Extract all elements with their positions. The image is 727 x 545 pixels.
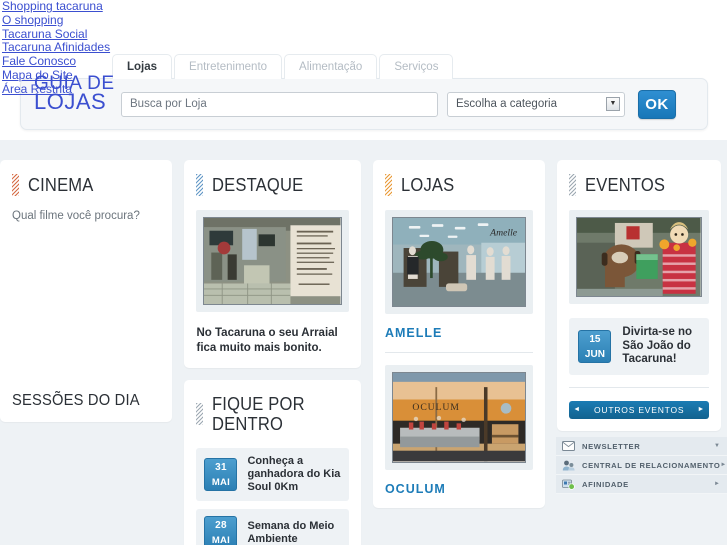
column-lojas: LOJAS Amelle AMELLE OCULUM OCULUM — [367, 160, 551, 545]
svg-text:Amelle: Amelle — [489, 228, 518, 239]
sidebar-item-label: AFINIDADE — [582, 479, 629, 489]
tab-entretenimento[interactable]: Entretenimento — [174, 54, 283, 79]
page-root: Shopping tacaruna O shopping Tacaruna So… — [0, 0, 727, 545]
divider — [569, 386, 709, 388]
lojas-header: LOJAS — [384, 174, 533, 196]
nav-link-shopping-tacaruna[interactable]: Shopping tacaruna — [2, 0, 162, 14]
eventos-header: EVENTOS — [569, 174, 709, 196]
store-image-frame-amelle[interactable]: Amelle — [384, 210, 534, 315]
eventos-title: EVENTOS — [585, 175, 666, 195]
date-badge-day: 31 — [215, 462, 227, 474]
chevron-right-icon[interactable]: ► — [714, 481, 720, 487]
svg-text:OCULUM: OCULUM — [412, 402, 459, 413]
destaque-image-frame[interactable] — [196, 210, 349, 313]
stripe-icon-lojas — [384, 174, 392, 196]
date-badge: 28 MAI — [204, 516, 238, 545]
evento-item[interactable]: 15 JUN Divirta-se no São João do Tacarun… — [569, 318, 709, 375]
nav-link-fale-conosco[interactable]: Fale Conosco — [2, 54, 162, 69]
outros-eventos-button[interactable]: ◄ OUTROS EVENTOS ► — [569, 400, 709, 419]
cinema-card: CINEMA Qual filme você procura? SESSÕES … — [0, 160, 173, 422]
cinema-question: Qual filme você procura? — [12, 210, 140, 222]
list-item-text: Conheça a ganhadora do Kia Soul 0Km — [247, 455, 341, 494]
search-submit-button[interactable]: OK — [638, 89, 676, 119]
eventos-card: EVENTOS 15 JUN Divirta-se no São João do… — [557, 160, 721, 431]
destaque-card: DESTAQUE No Tacaruna o seu Arraial fica … — [184, 160, 361, 369]
fique-por-dentro-header: FIQUE POR DENTRO — [196, 394, 348, 434]
store-photo-oculum: OCULUM — [391, 372, 527, 463]
list-item[interactable]: 28 MAI Semana do Meio Ambiente — [196, 509, 349, 545]
store-link-amelle[interactable]: AMELLE — [385, 326, 533, 340]
date-badge-month: MAI — [211, 535, 231, 545]
column-cinema: CINEMA Qual filme você procura? SESSÕES … — [0, 160, 178, 545]
sidebar-item-label: CENTRAL DE RELACIONAMENTO — [582, 460, 721, 470]
arrow-right-icon[interactable]: ► — [697, 406, 705, 413]
tab-servicos[interactable]: Serviços — [379, 54, 454, 79]
date-badge-day: 28 — [215, 520, 227, 532]
category-select-value[interactable]: Escolha a categoria — [447, 91, 625, 117]
nav-link-tacaruna-afinidades[interactable]: Tacaruna Afinidades — [2, 41, 162, 55]
arrow-left-icon[interactable]: ◄ — [573, 406, 581, 413]
list-item-text: Semana do Meio Ambiente — [247, 519, 335, 545]
lojas-title: LOJAS — [400, 175, 455, 195]
chevron-down-icon[interactable]: ▼ — [606, 96, 620, 111]
nav-link-mapa-do-site[interactable]: Mapa do Site — [2, 68, 162, 83]
destaque-caption: No Tacaruna o seu Arraial fica muito mai… — [196, 327, 338, 355]
stripe-icon-fique-por-dentro — [196, 403, 204, 426]
chevron-right-icon[interactable]: ► — [720, 462, 726, 468]
sidebar-item-label: NEWSLETTER — [582, 441, 641, 451]
people-icon — [561, 459, 575, 471]
destaque-header: DESTAQUE — [196, 174, 348, 196]
evento-item-text: Divirta-se no São João do Tacaruna! — [622, 326, 693, 366]
destaque-photo — [203, 217, 342, 306]
tab-alimentacao[interactable]: Alimentação — [284, 54, 378, 79]
category-tabs: Lojas Entretenimento Alimentação Serviço… — [112, 54, 455, 79]
cinema-spacer — [12, 222, 160, 392]
column-destaque: DESTAQUE No Tacaruna o seu Arraial fica … — [178, 160, 366, 545]
category-select[interactable]: Escolha a categoria ▼ — [447, 91, 625, 117]
date-badge: 31 MAI — [204, 458, 238, 492]
sidebar-item-central-de-relacionamento[interactable]: CENTRAL DE RELACIONAMENTO ► — [556, 456, 727, 475]
side-menu: NEWSLETTER ▼ CENTRAL DE RELACIONAMENTO ► — [556, 437, 727, 494]
news-list: 31 MAI Conheça a ganhadora do Kia Soul 0… — [196, 448, 349, 545]
nav-link-area-restrita[interactable]: Área Restrita — [2, 82, 162, 97]
stripe-icon-eventos — [569, 174, 577, 196]
top-navigation: Shopping tacaruna O shopping Tacaruna So… — [2, 0, 162, 97]
nav-link-o-shopping[interactable]: O shopping — [2, 13, 162, 28]
date-badge-month: MAI — [211, 477, 231, 489]
destaque-title: DESTAQUE — [212, 175, 304, 195]
cinema-sessions-link[interactable]: SESSÕES DO DIA — [12, 392, 149, 410]
store-link-oculum[interactable]: OCULUM — [385, 482, 533, 496]
fique-por-dentro-title: FIQUE POR DENTRO — [212, 394, 306, 435]
divider — [384, 352, 534, 354]
sidebar-item-afinidade[interactable]: AFINIDADE ► — [556, 475, 727, 494]
stripe-icon-cinema — [12, 174, 19, 196]
store-photo-amelle: Amelle — [391, 217, 527, 308]
date-badge-month: JUN — [584, 349, 605, 360]
search-input[interactable] — [121, 91, 438, 117]
envelope-icon — [561, 440, 575, 452]
date-badge: 15 JUN — [578, 330, 612, 363]
date-badge-day: 15 — [589, 334, 601, 345]
outros-eventos-label: OUTROS EVENTOS — [594, 404, 685, 415]
nav-link-tacaruna-social[interactable]: Tacaruna Social — [2, 27, 162, 42]
card-badge-icon — [561, 478, 575, 490]
list-item[interactable]: 31 MAI Conheça a ganhadora do Kia Soul 0… — [196, 448, 349, 502]
lojas-card: LOJAS Amelle AMELLE OCULUM OCULUM — [372, 160, 546, 508]
cinema-header: CINEMA — [12, 174, 160, 196]
fique-por-dentro-card: FIQUE POR DENTRO 31 MAI Conheça a ganhad… — [184, 380, 361, 545]
sidebar-item-newsletter[interactable]: NEWSLETTER ▼ — [556, 437, 727, 456]
store-image-frame-oculum[interactable]: OCULUM — [384, 365, 534, 470]
chevron-down-icon[interactable]: ▼ — [714, 443, 720, 449]
stripe-icon-destaque — [196, 174, 204, 196]
evento-image-frame[interactable] — [569, 210, 709, 305]
cinema-title: CINEMA — [28, 175, 94, 195]
evento-photo — [576, 217, 702, 298]
